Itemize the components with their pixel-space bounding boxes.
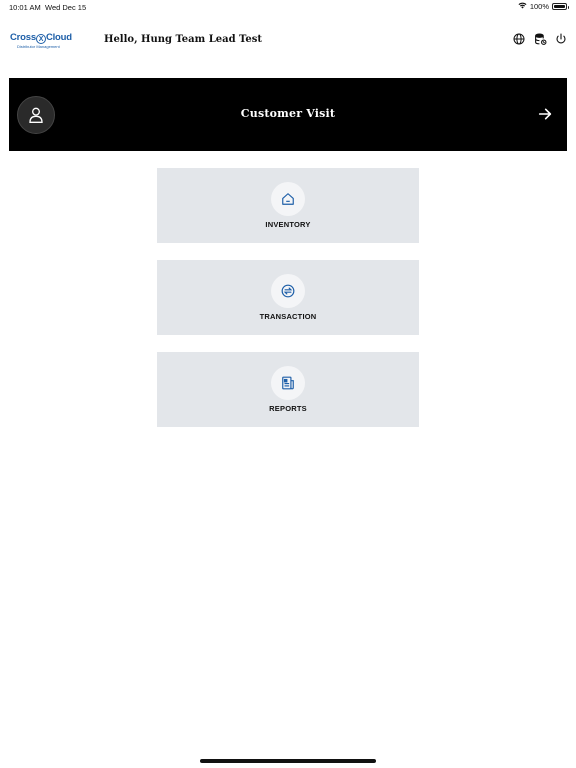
logo-x-mark: X <box>35 34 46 44</box>
battery-percent: 100% <box>529 2 549 11</box>
crosscloud-logo: Cross X Cloud Distributor Management <box>10 32 80 54</box>
menu-card-label: TRANSACTION <box>259 312 317 321</box>
greeting-text: Hello, Hung Team Lead Test <box>104 34 262 45</box>
logo-tagline: Distributor Management <box>17 44 60 49</box>
exchange-icon <box>271 274 305 308</box>
report-icon <box>271 366 305 400</box>
app-header: Cross X Cloud Distributor Management Hello… <box>0 26 576 56</box>
menu-card-label: INVENTORY <box>265 220 311 229</box>
home-indicator[interactable] <box>200 759 376 763</box>
customer-visit-banner[interactable]: Customer Visit <box>9 78 567 151</box>
logo-text-right: Cloud <box>45 32 72 43</box>
header-actions <box>512 32 568 46</box>
menu-card-inventory[interactable]: INVENTORY <box>157 168 419 243</box>
status-right: 100% <box>518 2 569 11</box>
globe-icon[interactable] <box>512 32 526 46</box>
database-sync-icon[interactable] <box>533 32 547 46</box>
arrow-right-icon[interactable] <box>537 106 553 127</box>
status-date: Wed Dec 15 <box>45 3 87 12</box>
menu-card-label: REPORTS <box>269 404 307 413</box>
status-time: 10:01 AM <box>9 3 41 12</box>
menu-card-transaction[interactable]: TRANSACTION <box>157 260 419 335</box>
customer-visit-title: Customer Visit <box>240 107 336 120</box>
home-icon <box>271 182 305 216</box>
status-bar: 10:01 AM Wed Dec 15 100% <box>0 0 576 14</box>
menu-card-reports[interactable]: REPORTS <box>157 352 419 427</box>
power-icon[interactable] <box>554 32 568 46</box>
logo-text-left: Cross <box>10 32 36 43</box>
battery-icon <box>552 3 569 10</box>
wifi-icon <box>518 2 527 11</box>
